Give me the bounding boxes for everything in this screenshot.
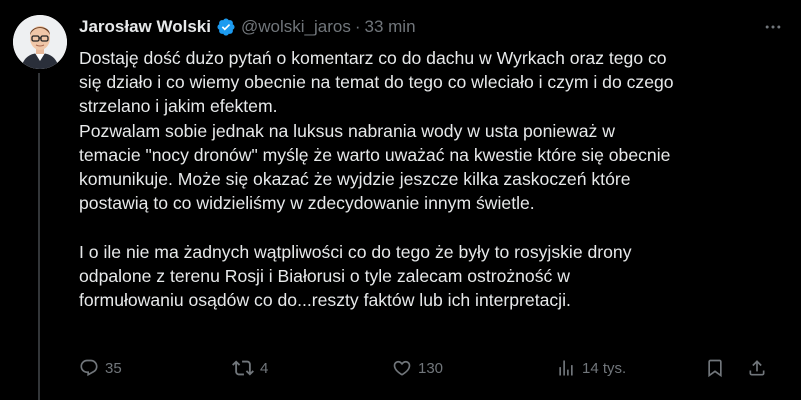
action-bar: 35 4 130 14 tys. — [0, 356, 801, 380]
bookmark-button[interactable] — [705, 356, 725, 380]
body-line: strzelano i jakim efektem. — [79, 96, 278, 117]
body-line: temacie "nocy dronów" myślę że warto uwa… — [79, 144, 671, 165]
header-separator: · — [354, 17, 361, 36]
reply-icon — [80, 359, 98, 377]
author-handle[interactable]: @wolski_jaros — [241, 17, 351, 37]
body-line: postawią to co widzieliśmy w zdecydowani… — [79, 193, 535, 214]
verified-badge-icon[interactable] — [216, 17, 236, 37]
author-display-name[interactable]: Jarosław Wolski — [79, 17, 211, 37]
tweet-body: Dostaję dość dużo pytań o komentarz co d… — [79, 46, 779, 312]
body-line: odpalone z terenu Rosji i Białorusi o ty… — [79, 265, 570, 286]
body-line: się działo i co wiemy obecnie na temat d… — [79, 72, 674, 93]
repost-button[interactable]: 4 — [232, 356, 268, 380]
repost-count: 4 — [260, 359, 269, 377]
more-options-button[interactable] — [758, 12, 788, 42]
tweet[interactable]: Jarosław Wolski @wolski_jaros · 33 min D… — [0, 0, 801, 400]
views-count: 14 tys. — [582, 359, 627, 377]
body-line: Pozwalam sobie jednak na luksus nabrania… — [79, 120, 615, 141]
like-count: 130 — [418, 359, 444, 377]
thread-line — [38, 73, 40, 400]
views-button[interactable]: 14 tys. — [556, 356, 626, 380]
avatar-image — [13, 15, 67, 69]
like-button[interactable]: 130 — [392, 356, 443, 380]
body-line: I o ile nie ma żadnych wątpliwości co do… — [79, 241, 632, 262]
views-chart-icon — [559, 360, 573, 376]
tweet-header: Jarosław Wolski @wolski_jaros · 33 min — [79, 14, 416, 40]
body-line: formułowaniu osądów co do...reszty faktó… — [79, 290, 571, 311]
body-line: komunikuje. Może się okazać że wyjdzie j… — [79, 169, 631, 190]
tweet-timestamp[interactable]: 33 min — [365, 17, 416, 37]
more-dots-icon — [765, 25, 781, 29]
repost-icon — [232, 360, 254, 376]
reply-button[interactable]: 35 — [79, 356, 122, 380]
body-line: Dostaję dość dużo pytań o komentarz co d… — [79, 48, 667, 68]
heart-icon — [393, 360, 411, 376]
share-icon — [749, 360, 765, 376]
bookmark-icon — [708, 359, 722, 378]
share-button[interactable] — [747, 356, 767, 380]
avatar[interactable] — [13, 15, 67, 69]
reply-count: 35 — [105, 359, 122, 377]
